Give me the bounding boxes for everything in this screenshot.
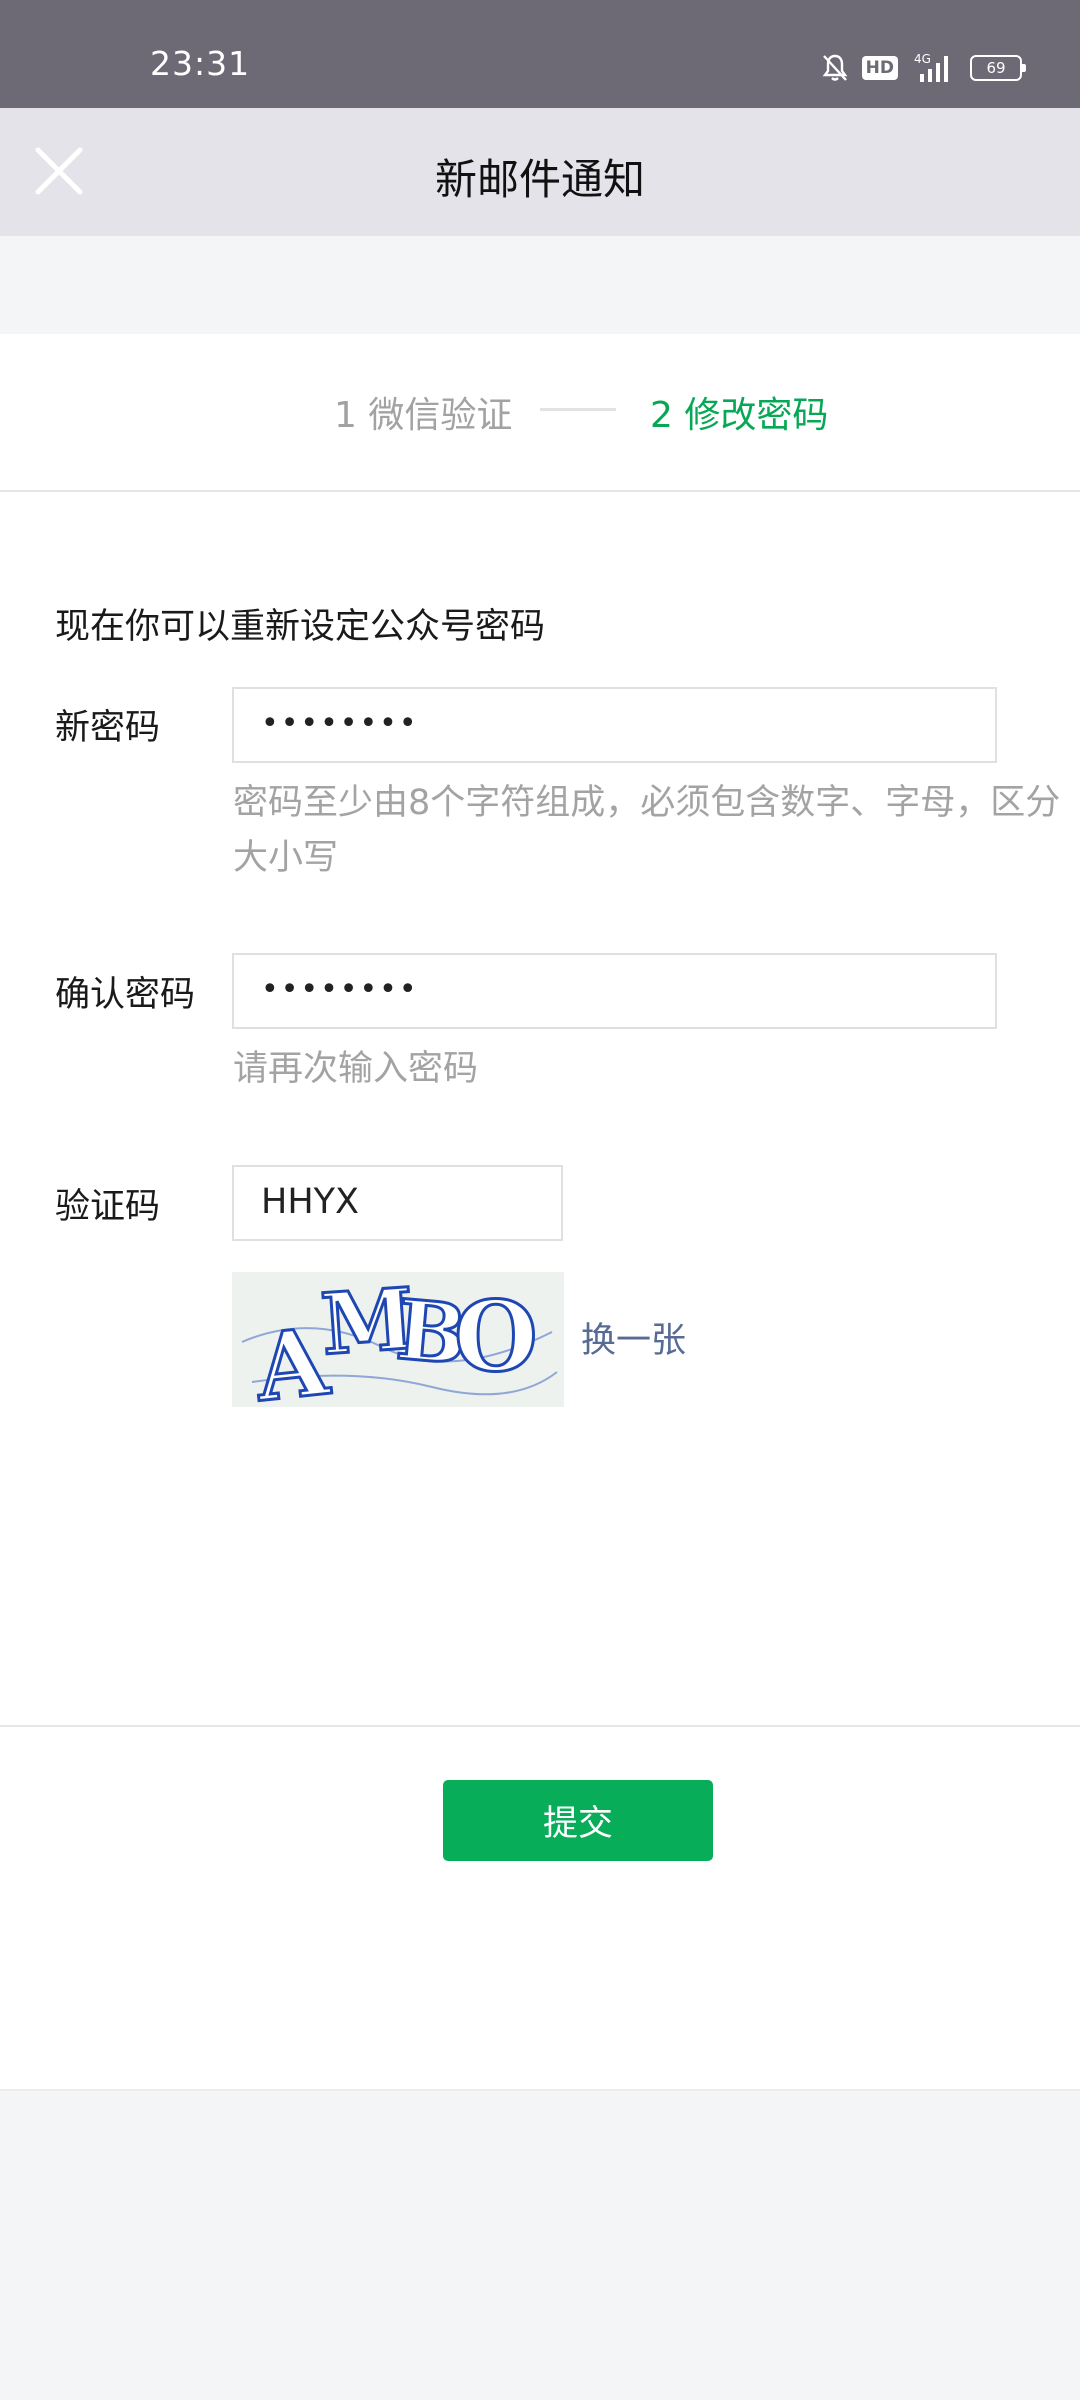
new-password-label: 新密码	[55, 708, 161, 748]
captcha-refresh-link[interactable]: 换一张	[581, 1312, 686, 1363]
step-wechat-verify: 1 微信验证	[334, 395, 513, 436]
status-bar: 23:31 HD 4G 69	[0, 0, 1080, 108]
confirm-password-input[interactable]: ••••••••	[232, 953, 997, 1029]
submit-area: 提交	[0, 1727, 1080, 2091]
submit-button[interactable]: 提交	[443, 1780, 713, 1861]
step-indicator: 1 微信验证 2 修改密码	[0, 334, 1080, 492]
signal-icon: 4G	[914, 52, 948, 82]
captcha-value: HHYX	[261, 1182, 359, 1222]
status-time: 23:31	[150, 44, 251, 83]
title-bar: 新邮件通知	[0, 108, 1080, 236]
password-form: 现在你可以重新设定公众号密码 新密码 •••••••• 密码至少由8个字符组成，…	[0, 492, 1080, 1727]
hd-badge: HD	[861, 56, 898, 80]
captcha-image[interactable]: A M B O	[232, 1267, 564, 1424]
form-intro: 现在你可以重新设定公众号密码	[55, 607, 546, 647]
captcha-glyphs: A M B O	[241, 1267, 558, 1424]
captcha-char: O	[454, 1280, 538, 1393]
battery-level: 69	[986, 59, 1006, 77]
captcha-label: 验证码	[55, 1187, 161, 1227]
page-title: 新邮件通知	[434, 155, 645, 204]
confirm-password-label: 确认密码	[55, 975, 196, 1015]
status-icons: HD 4G 69	[822, 48, 1026, 88]
new-password-hint: 密码至少由8个字符组成，必须包含数字、字母，区分大小写	[233, 783, 1061, 878]
confirm-password-value: ••••••••	[261, 972, 419, 1007]
new-password-value: ••••••••	[261, 706, 419, 741]
new-password-input[interactable]: ••••••••	[232, 687, 997, 763]
step-divider	[540, 408, 616, 411]
bell-muted-icon	[822, 54, 848, 81]
captcha-input[interactable]: HHYX	[232, 1165, 563, 1241]
step-change-password: 2 修改密码	[650, 395, 829, 436]
battery-icon: 69	[970, 55, 1026, 81]
confirm-password-hint: 请再次输入密码	[233, 1049, 479, 1089]
network-type: 4G	[914, 52, 931, 66]
